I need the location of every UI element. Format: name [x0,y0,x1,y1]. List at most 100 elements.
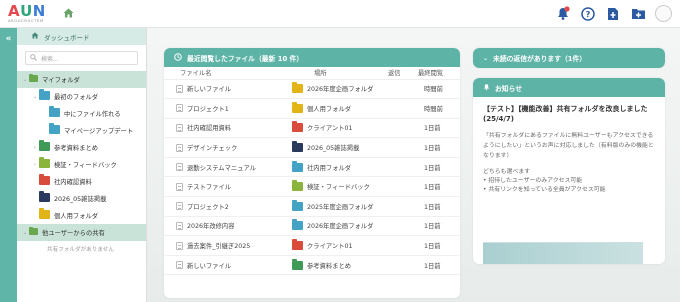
sidebar-item-label: 他ユーザーからの共有 [42,230,105,237]
sidebar-search-input[interactable]: 検索... [25,51,138,65]
location-cell[interactable]: 2025年度企画フォルダ [292,196,388,217]
file-name-cell[interactable]: プロジェクト1 [164,98,292,119]
table-row[interactable]: プロジェクト2 2025年度企画フォルダ 1日前 [164,196,460,217]
app-logo[interactable]: AUN AROUCRUCTEM [8,3,50,24]
table-row[interactable]: テストファイル 検証・フィードバック 1日前 [164,176,460,198]
table-row[interactable]: 過去案件_引継ぎ2025 クライアント01 1日前 [164,235,460,256]
file-name-cell[interactable]: 退勤システムマニュアル [164,157,292,178]
sidebar-item-label: ダッシュボード [44,33,90,42]
search-placeholder: 検索... [41,55,59,63]
file-name-cell[interactable]: 2026年改修内容 [164,216,292,237]
sidebar-folder-item[interactable]: 個人用フォルダ [17,207,146,224]
col-header-last-viewed[interactable]: 最終閲覧 [418,67,460,80]
unread-replies-title: 未読の返信があります（1件） [493,55,587,63]
reply-cell [388,176,418,198]
bell-icon [483,83,490,93]
sidebar-folder-item[interactable]: ⌄ 最初のフォルダ [17,88,146,105]
table-row[interactable]: 新しいファイル 参考資料まとめ 1日前 [164,255,460,276]
folder-icon [29,226,38,237]
news-title: お知らせ [495,84,523,93]
location-cell[interactable]: 参考資料まとめ [292,255,388,276]
file-name-cell[interactable]: デザインチェック [164,137,292,158]
table-row[interactable]: 2026年改修内容 2026年度企画フォルダ 1日前 [164,216,460,237]
sidebar-item-label: 個人用フォルダ [54,213,99,220]
file-name-cell[interactable]: 社内確認用資料 [164,118,292,139]
file-name-cell[interactable]: テストファイル [164,176,292,198]
bell-icon[interactable] [555,6,571,22]
file-name-cell[interactable]: 新しいファイル [164,79,292,100]
file-name: 過去案件_引継ぎ2025 [187,243,251,251]
sidebar-folder-item[interactable]: 2026_05雑誌掲載 [17,190,146,207]
last-viewed-cell: 1日前 [418,157,460,178]
file-icon [176,182,183,191]
sidebar-folder-item[interactable]: › 検証・フィードバック [17,156,146,173]
folder-icon [292,82,303,94]
file-icon [176,143,183,152]
folder-icon [49,106,60,119]
col-header-reply[interactable]: 返信 [388,67,418,80]
chevron-right-icon[interactable]: › [31,162,39,168]
file-name-cell[interactable]: 過去案件_引継ぎ2025 [164,235,292,256]
location-cell[interactable]: クライアント01 [292,118,388,139]
file-name-cell[interactable]: プロジェクト2 [164,196,292,217]
home-icon[interactable] [63,8,74,20]
search-icon [30,53,37,63]
folder-icon [39,174,50,187]
reply-cell [388,235,418,256]
file-name-cell[interactable]: 新しいファイル [164,255,292,276]
location-cell[interactable]: 2026年度企画フォルダ [292,79,388,100]
table-row[interactable]: プロジェクト1 個人用フォルダ 時間前 [164,98,460,119]
col-header-name[interactable]: ファイル名 [164,67,292,80]
location-cell[interactable]: 2026_05雑誌掲載 [292,137,388,158]
user-avatar-icon[interactable] [655,5,672,22]
location-cell[interactable]: クライアント01 [292,235,388,256]
col-header-location[interactable]: 場所 [292,67,388,80]
unread-replies-panel[interactable]: ⌄ 未読の返信があります（1件） [473,48,665,68]
location-name: 社内用フォルダ [307,164,352,172]
folder-icon [39,191,50,204]
file-name: プロジェクト1 [187,105,229,113]
location-cell[interactable]: 検証・フィードバック [292,176,388,198]
top-bar: AUN AROUCRUCTEM ? [0,0,680,28]
file-icon [176,221,183,230]
recent-files-panel: 最近閲覧したファイル（最新 10 件） ファイル名 場所 返信 最終閲覧 新しい… [164,48,460,298]
sidebar-folder-item[interactable]: 社内確認資料 [17,173,146,190]
location-name: 個人用フォルダ [307,105,352,113]
news-header: お知らせ [473,78,665,97]
table-row[interactable]: 退勤システムマニュアル 社内用フォルダ 1日前 [164,157,460,178]
sidebar-item-shared[interactable]: ⌄ 他ユーザーからの共有 [17,224,146,241]
table-row[interactable]: 新しいファイル 2026年度企画フォルダ 時間前 [164,79,460,100]
chevron-down-icon[interactable]: ⌄ [21,77,29,83]
location-name: 2026年度企画フォルダ [307,223,374,231]
location-name: 検証・フィードバック [307,184,370,192]
sidebar-item-dashboard[interactable]: ダッシュボード [17,28,146,45]
chevron-down-icon[interactable]: ⌄ [31,94,39,100]
news-headline[interactable]: 【テスト】【機能改善】共有フォルダを改良しました(25/4/7) [483,104,655,124]
sidebar-folder-item[interactable]: › 参考資料まとめ [17,139,146,156]
sidebar-collapse-button[interactable]: « [0,28,17,302]
sidebar-item-label: マイページアップデート [64,128,134,135]
file-name: テストファイル [187,184,232,192]
table-row[interactable]: デザインチェック 2026_05雑誌掲載 1日前 [164,137,460,158]
last-viewed-cell: 1日前 [418,176,460,198]
folder-add-icon[interactable] [630,6,646,22]
location-cell[interactable]: 社内用フォルダ [292,157,388,178]
location-cell[interactable]: 個人用フォルダ [292,98,388,119]
chevron-right-icon[interactable]: › [31,145,39,151]
file-name: 2026年改修内容 [187,223,235,231]
help-icon[interactable]: ? [580,6,596,22]
table-row[interactable]: 社内確認用資料 クライアント01 1日前 [164,118,460,139]
location-cell[interactable]: 2026年度企画フォルダ [292,216,388,237]
unread-replies-header[interactable]: ⌄ 未読の返信があります（1件） [473,48,665,68]
folder-icon [292,258,303,270]
folder-icon [292,121,303,133]
recent-files-title: 最近閲覧したファイル（最新 10 件） [187,54,304,63]
main-content: 最近閲覧したファイル（最新 10 件） ファイル名 場所 返信 最終閲覧 新しい… [147,28,680,302]
reply-cell [388,137,418,158]
sidebar-folder-item[interactable]: 中にファイル作れる [17,105,146,122]
folder-icon [49,123,60,136]
file-upload-icon[interactable] [605,6,621,22]
sidebar-folder-item[interactable]: マイページアップデート [17,122,146,139]
chevron-down-icon: ⌄ [483,54,489,62]
sidebar-folder-item[interactable]: ⌄ マイフォルダ [17,71,146,88]
